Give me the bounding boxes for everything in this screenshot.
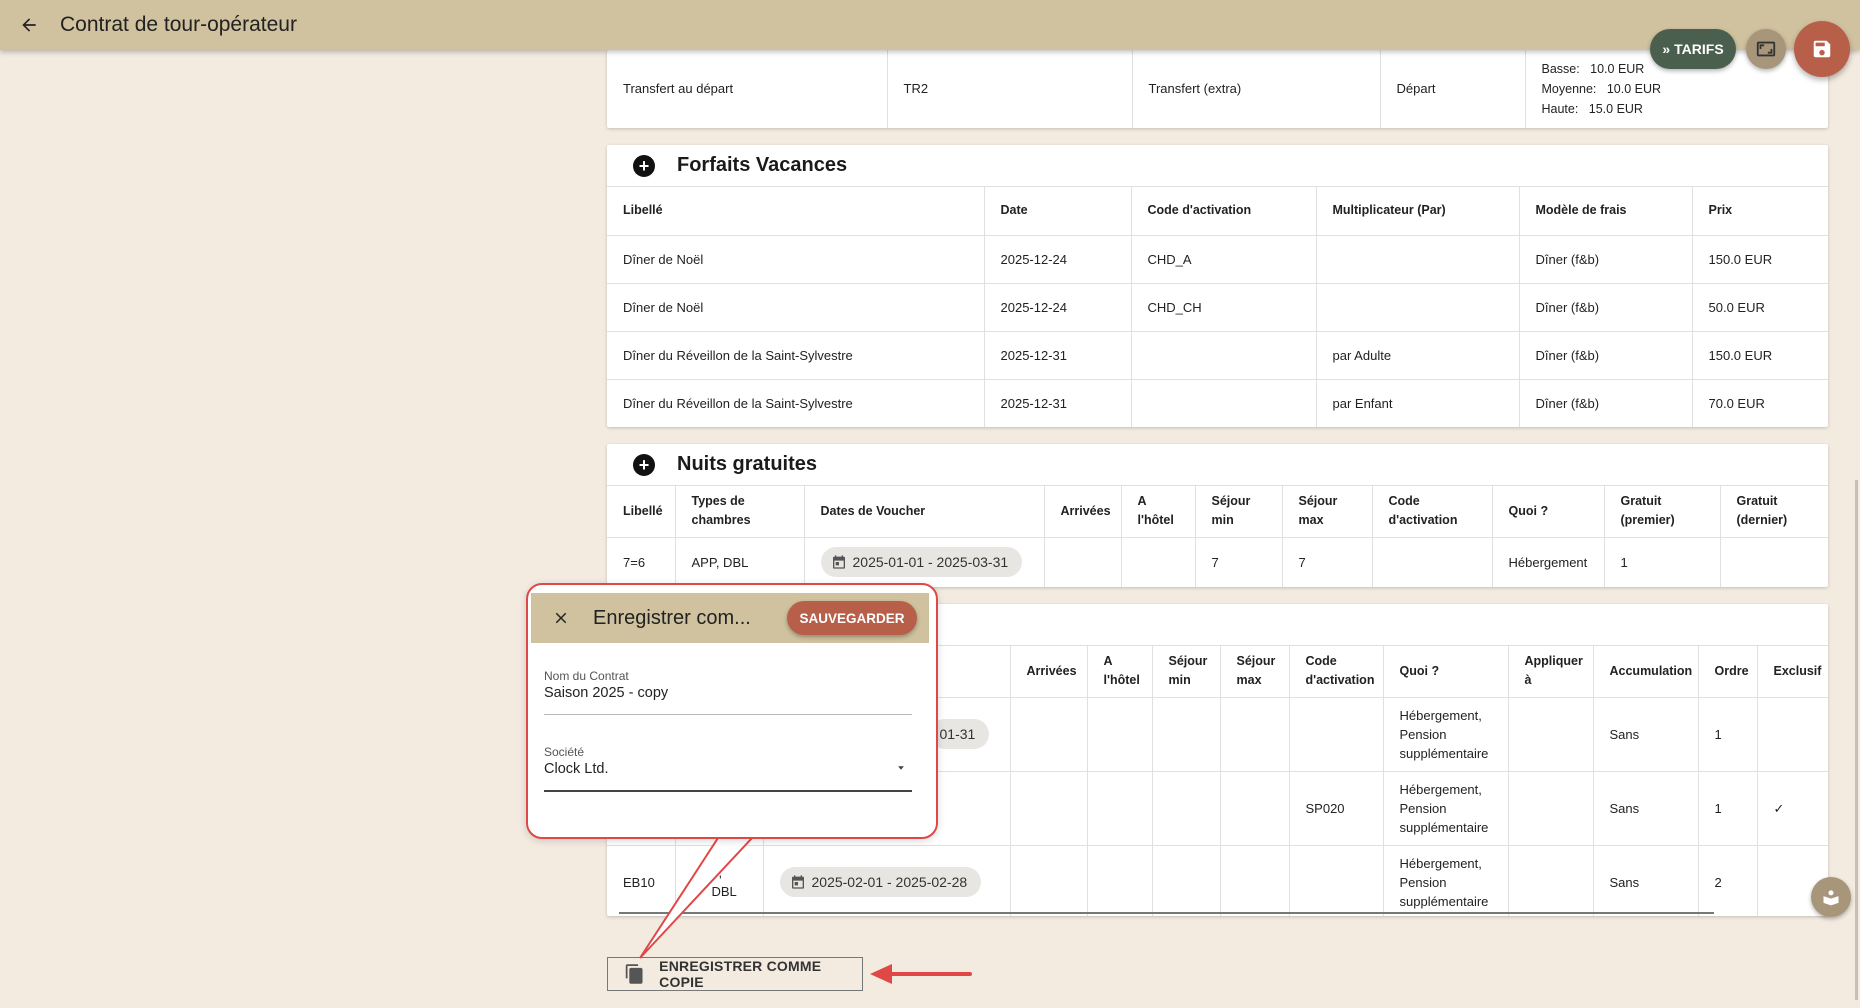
column-header: Code d'activation bbox=[1131, 187, 1317, 236]
help-button[interactable] bbox=[1811, 877, 1851, 917]
column-header: Libellé bbox=[607, 187, 985, 236]
add-forfait-button[interactable]: + bbox=[633, 154, 655, 177]
table-row[interactable]: Dîner de Noël 2025-12-24 CHD_A Dîner (f&b) 1… bbox=[607, 235, 1828, 284]
save-as-copy-button[interactable]: ENREGISTRER COMME COPIE bbox=[607, 957, 863, 991]
company-label: Société bbox=[544, 745, 585, 759]
add-nuit-button[interactable]: + bbox=[633, 453, 655, 476]
transfer-type: Transfert (extra) bbox=[1132, 50, 1381, 128]
plus-icon: + bbox=[638, 454, 650, 475]
nuits-gratuites-card: + Nuits gratuites Libellé Types de chambr… bbox=[607, 444, 1828, 587]
column-header: Modèle de frais bbox=[1519, 187, 1693, 236]
top-app-bar: Contrat de tour-opérateur bbox=[0, 0, 1860, 50]
arrow-back-icon bbox=[22, 18, 36, 32]
contract-name-input[interactable]: Saison 2025 - copy bbox=[544, 685, 668, 701]
forfaits-card: + Forfaits Vacances Libellé Date Code d'… bbox=[607, 145, 1828, 427]
horizontal-scrollbar[interactable] bbox=[619, 912, 1714, 914]
column-header: Date bbox=[984, 187, 1132, 236]
company-value: Clock Ltd. bbox=[544, 761, 609, 777]
dialog-header: Enregistrer com... SAUVEGARDER bbox=[531, 593, 929, 643]
copy-icon bbox=[625, 964, 643, 984]
transfer-direction: Départ bbox=[1380, 50, 1526, 128]
check-icon: ✓ bbox=[1757, 771, 1828, 846]
close-button[interactable] bbox=[547, 604, 575, 632]
transfer-label: Transfert au départ bbox=[607, 50, 888, 128]
calendar-icon bbox=[791, 875, 804, 889]
table-row[interactable]: Transfert au départ TR2 Transfert (extra… bbox=[607, 50, 1828, 128]
table-row[interactable]: Dîner du Réveillon de la Saint-Sylvestre… bbox=[607, 331, 1828, 380]
dialog-save-button[interactable]: SAUVEGARDER bbox=[787, 601, 917, 635]
table-row[interactable]: Dîner du Réveillon de la Saint-Sylvestre… bbox=[607, 379, 1828, 427]
table-row[interactable]: Dîner de Noël 2025-12-24 CHD_CH Dîner (f&b)… bbox=[607, 283, 1828, 332]
date-range-chip: 2025-01-01 - 2025-03-31 bbox=[820, 547, 1023, 577]
dialog-title: Enregistrer com... bbox=[593, 606, 751, 629]
company-select[interactable]: Société Clock Ltd. bbox=[544, 741, 912, 792]
fullscreen-button[interactable] bbox=[1746, 29, 1786, 69]
field-underline bbox=[544, 714, 912, 715]
column-header: Multiplicateur (Par) bbox=[1316, 187, 1520, 236]
date-range-chip: 2025-02-01 - 2025-02-28 bbox=[779, 867, 982, 897]
fullscreen-icon bbox=[1756, 41, 1776, 57]
field-underline bbox=[544, 790, 912, 792]
plus-icon: + bbox=[638, 155, 650, 176]
page-title: Contrat de tour-opérateur bbox=[60, 13, 297, 36]
transfers-card: Transfert au départ TR2 Transfert (extra… bbox=[607, 50, 1828, 128]
table-row[interactable]: 7=6 APP, DBL 2025-01-01 - 2025-03-31 7 7… bbox=[607, 537, 1828, 587]
dropdown-arrow-icon bbox=[898, 766, 904, 770]
column-header: Prix bbox=[1692, 187, 1828, 236]
table-header-row: Libellé Date Code d'activation Multiplic… bbox=[607, 187, 1828, 236]
double-chevron-right-icon: » bbox=[1662, 41, 1671, 57]
tarifs-label: TARIFS bbox=[1674, 41, 1724, 57]
vertical-scrollbar[interactable] bbox=[1855, 480, 1858, 1000]
tarifs-button[interactable]: » TARIFS bbox=[1650, 29, 1736, 69]
calendar-icon bbox=[832, 555, 845, 569]
book-icon bbox=[1823, 890, 1839, 906]
table-header-row: Libellé Types de chambres Dates de Voucher… bbox=[607, 486, 1828, 538]
save-button[interactable] bbox=[1794, 21, 1850, 77]
table-row[interactable]: EB10 P, DBL 2025-02-01 - 2025-02-28 Hébe… bbox=[607, 845, 1828, 916]
save-as-copy-label: ENREGISTRER COMME COPIE bbox=[659, 958, 822, 990]
annotation-arrowhead bbox=[870, 964, 892, 984]
forfaits-title: Forfaits Vacances bbox=[677, 154, 848, 176]
nuits-title: Nuits gratuites bbox=[677, 453, 818, 475]
contract-name-label: Nom du Contrat bbox=[544, 669, 629, 683]
save-icon bbox=[1813, 40, 1831, 58]
contract-name-field[interactable]: Nom du Contrat Saison 2025 - copy bbox=[544, 665, 912, 715]
back-button[interactable] bbox=[0, 0, 58, 50]
date-range-chip: 01-31 bbox=[929, 719, 990, 749]
close-icon bbox=[555, 612, 567, 624]
transfer-code: TR2 bbox=[887, 50, 1133, 128]
